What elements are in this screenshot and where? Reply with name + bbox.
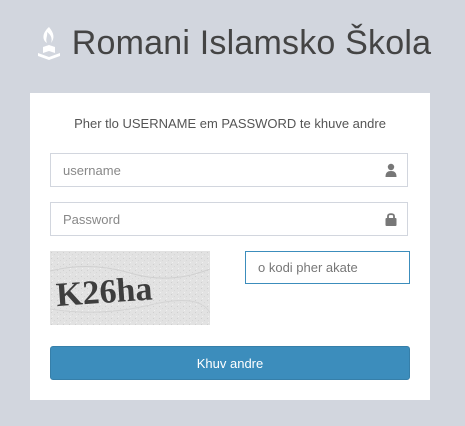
login-instructions: Pher tlo USERNAME em PASSWORD te khuve a… xyxy=(74,116,386,131)
lock-icon xyxy=(385,212,397,226)
login-header: Romani Islamsko Škola xyxy=(0,18,465,68)
username-input[interactable] xyxy=(51,154,373,186)
captcha-image: K26ha xyxy=(50,251,210,325)
book-lamp-icon xyxy=(34,23,64,63)
captcha-input[interactable] xyxy=(246,252,408,283)
password-field-wrapper xyxy=(50,202,408,236)
login-button[interactable]: Khuv andre xyxy=(50,346,410,380)
login-box: Pher tlo USERNAME em PASSWORD te khuve a… xyxy=(30,93,430,400)
app-title: Romani Islamsko Škola xyxy=(71,23,432,62)
captcha-field-wrapper xyxy=(245,251,410,284)
user-icon xyxy=(385,163,397,177)
username-field-wrapper xyxy=(50,153,408,187)
captcha-text: K26ha xyxy=(55,270,154,314)
password-input[interactable] xyxy=(51,203,373,235)
